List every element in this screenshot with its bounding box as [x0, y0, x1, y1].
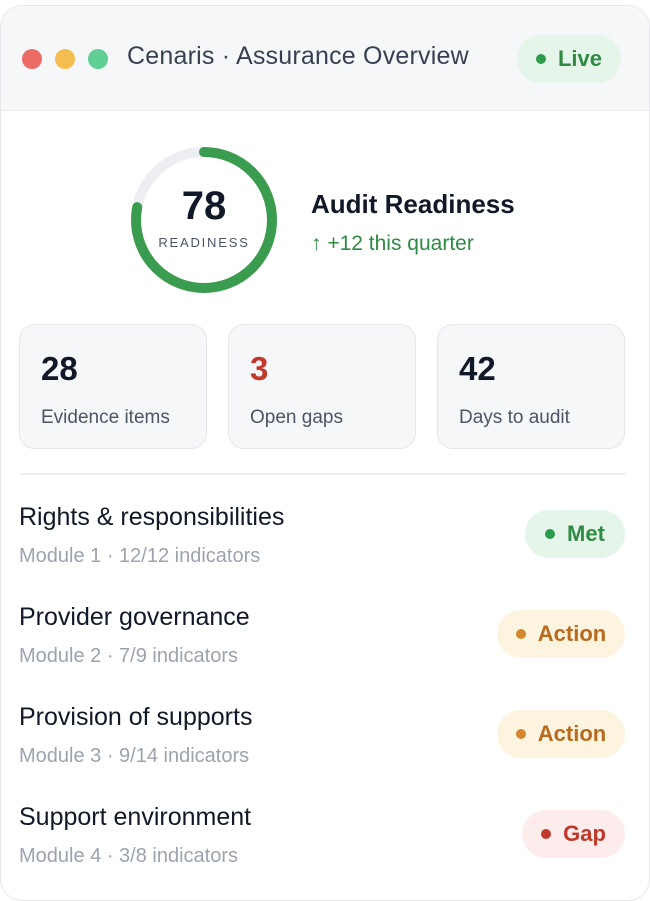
module-status-badge: Action: [497, 610, 625, 658]
live-dot-icon: [535, 54, 546, 64]
readiness-score: 78: [181, 184, 227, 228]
stat-label: Days to audit: [459, 407, 570, 428]
maximize-window-icon[interactable]: [88, 49, 108, 69]
live-status-badge: Live: [517, 35, 621, 83]
module-status-label: Action: [537, 621, 607, 646]
module-status-label: Met: [567, 521, 605, 546]
module-status-badge: Gap: [522, 810, 625, 858]
readiness-change: ↑ +12 this quarter: [311, 232, 474, 255]
module-row-1[interactable]: Rights & responsibilities Module 1 · 12/…: [1, 503, 649, 603]
status-dot-icon: [515, 729, 526, 739]
stat-card-evidence[interactable]: 28 Evidence items: [19, 324, 207, 449]
module-row-2[interactable]: Provider governance Module 2 · 7/9 indic…: [1, 603, 649, 703]
module-status-label: Action: [537, 721, 607, 746]
status-dot-icon: [545, 529, 556, 539]
module-subtitle: Module 4 · 3/8 indicators: [19, 845, 239, 867]
status-dot-icon: [515, 629, 526, 639]
stat-label: Open gaps: [250, 407, 343, 428]
module-status-badge: Met: [525, 510, 625, 558]
module-subtitle: Module 1 · 12/12 indicators: [19, 545, 261, 567]
module-status-label: Gap: [563, 821, 606, 846]
title-bar: Cenaris · Assurance Overview Live: [1, 6, 649, 111]
stat-card-open-gaps[interactable]: 3 Open gaps: [228, 324, 416, 449]
module-title: Support environment: [19, 803, 252, 831]
app-window: Cenaris · Assurance Overview Live 78 REA…: [0, 5, 650, 901]
module-title: Rights & responsibilities: [19, 503, 285, 531]
status-dot-icon: [541, 829, 552, 839]
window-title: Cenaris · Assurance Overview: [127, 42, 469, 70]
module-status-badge: Action: [497, 710, 625, 758]
minimize-window-icon[interactable]: [55, 49, 75, 69]
module-subtitle: Module 2 · 7/9 indicators: [19, 645, 239, 667]
module-title: Provider governance: [19, 603, 250, 631]
module-title: Provision of supports: [19, 703, 253, 731]
live-status-label: Live: [557, 46, 603, 71]
stat-label: Evidence items: [41, 407, 170, 428]
stat-value: 42: [459, 350, 496, 387]
stat-card-days-to-audit[interactable]: 42 Days to audit: [437, 324, 625, 449]
close-window-icon[interactable]: [22, 49, 42, 69]
audit-readiness-title: Audit Readiness: [311, 189, 515, 219]
module-row-3[interactable]: Provision of supports Module 3 · 9/14 in…: [1, 703, 649, 803]
stat-value: 28: [41, 350, 78, 387]
section-divider: [20, 473, 626, 475]
stat-value: 3: [250, 350, 269, 387]
readiness-label: READINESS: [158, 235, 250, 250]
readiness-ring: 78 READINESS: [130, 146, 278, 294]
module-row-4[interactable]: Support environment Module 4 · 3/8 indic…: [1, 803, 649, 900]
module-subtitle: Module 3 · 9/14 indicators: [19, 745, 250, 767]
